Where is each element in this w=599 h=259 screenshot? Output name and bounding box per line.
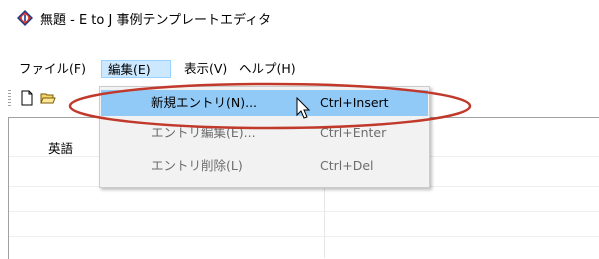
toolbar-grip[interactable] xyxy=(8,90,11,108)
menu-item-new-entry[interactable]: 新規エントリ(N)... Ctrl+Insert xyxy=(101,90,428,116)
menu-item-label: エントリ編集(E)... xyxy=(151,125,256,140)
menu-item-label: エントリ削除(L) xyxy=(151,158,243,173)
menu-edit[interactable]: 編集(E) xyxy=(101,60,171,78)
menu-view[interactable]: 表示(V) xyxy=(182,60,229,78)
menu-item-shortcut: Ctrl+Insert xyxy=(320,95,389,110)
edit-menu-dropdown: 新規エントリ(N)... Ctrl+Insert エントリ編集(E)... Ct… xyxy=(99,86,430,188)
menu-help[interactable]: ヘルプ(H) xyxy=(237,60,298,78)
menu-item-edit-entry[interactable]: エントリ編集(E)... Ctrl+Enter xyxy=(101,120,428,146)
new-document-icon[interactable] xyxy=(19,90,35,106)
grid-line xyxy=(9,211,599,212)
menu-file[interactable]: ファイル(F) xyxy=(17,60,88,78)
mouse-cursor-icon xyxy=(296,97,311,119)
app-window: 無題 - E to J 事例テンプレートエディタ ファイル(F) 編集(E) 表… xyxy=(0,0,599,259)
menu-item-label: 新規エントリ(N)... xyxy=(151,95,258,110)
grid-line xyxy=(9,236,599,237)
menu-item-shortcut: Ctrl+Del xyxy=(320,158,374,173)
app-logo-icon xyxy=(17,10,33,26)
window-title: 無題 - E to J 事例テンプレートエディタ xyxy=(40,13,272,28)
column-header-english[interactable]: 英語 xyxy=(48,138,73,157)
menu-bar: ファイル(F) 編集(E) 表示(V) ヘルプ(H) xyxy=(0,57,599,79)
title-bar: 無題 - E to J 事例テンプレートエディタ xyxy=(0,0,599,32)
menu-item-delete-entry[interactable]: エントリ削除(L) Ctrl+Del xyxy=(101,153,428,179)
menu-item-shortcut: Ctrl+Enter xyxy=(320,125,387,140)
open-folder-icon[interactable] xyxy=(40,90,56,106)
